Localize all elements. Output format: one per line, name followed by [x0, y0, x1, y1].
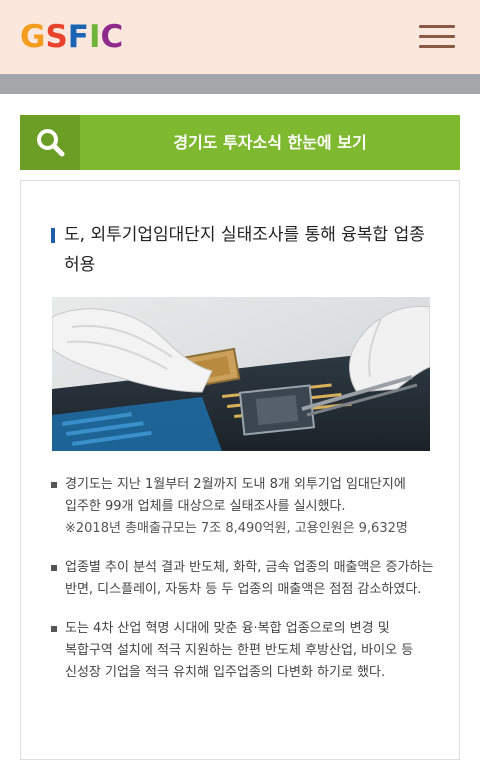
bullet-text: 경기도는 지난 1월부터 2월까지 도내 8개 외투기업 임대단지에 입주한 9… [65, 477, 406, 514]
search-icon-box [20, 115, 80, 170]
bullet-text: 도는 4차 산업 혁명 시대에 맞춘 융·복합 업종으로의 변경 및 복합구역 … [65, 621, 414, 680]
list-item: 도는 4차 산업 혁명 시대에 맞춘 융·복합 업종으로의 변경 및 복합구역 … [51, 618, 436, 684]
site-header: G S F I C [0, 0, 480, 74]
logo-letter-s: S [45, 19, 68, 55]
logo-letter-c: C [100, 19, 124, 55]
article-photo [52, 297, 430, 451]
gsfic-logo[interactable]: G S F I C [20, 19, 123, 55]
hamburger-menu-icon[interactable] [419, 25, 455, 49]
logo-letter-g: G [20, 19, 46, 55]
logo-letter-i: I [88, 19, 101, 55]
article-bullet-list: 경기도는 지난 1월부터 2월까지 도내 8개 외투기업 임대단지에 입주한 9… [51, 474, 436, 701]
header-divider-strip [0, 74, 480, 94]
bullet-square-icon [51, 626, 57, 632]
bullet-square-icon [51, 565, 57, 571]
list-item: 경기도는 지난 1월부터 2월까지 도내 8개 외투기업 임대단지에 입주한 9… [51, 474, 436, 540]
bullet-note: ※2018년 총매출규모는 7조 8,490억원, 고용인원은 9,632명 [65, 521, 408, 536]
list-item: 업종별 추이 분석 결과 반도체, 화학, 금속 업종의 매출액은 증가하는 반… [51, 557, 436, 601]
article-card: 도, 외투기업임대단지 실태조사를 통해 융복합 업종 허용 경기도는 지난 1… [20, 180, 460, 760]
circuit-board-image [52, 297, 430, 451]
search-icon [37, 129, 65, 157]
title-accent-bar [51, 228, 55, 243]
bullet-text: 업종별 추이 분석 결과 반도체, 화학, 금속 업종의 매출액은 증가하는 반… [65, 560, 434, 597]
search-bar-label: 경기도 투자소식 한눈에 보기 [173, 133, 367, 152]
logo-letter-f: F [67, 19, 89, 55]
investment-news-search-button[interactable]: 경기도 투자소식 한눈에 보기 [20, 115, 460, 170]
article-title: 도, 외투기업임대단지 실태조사를 통해 융복합 업종 허용 [64, 225, 425, 275]
bullet-square-icon [51, 482, 57, 488]
